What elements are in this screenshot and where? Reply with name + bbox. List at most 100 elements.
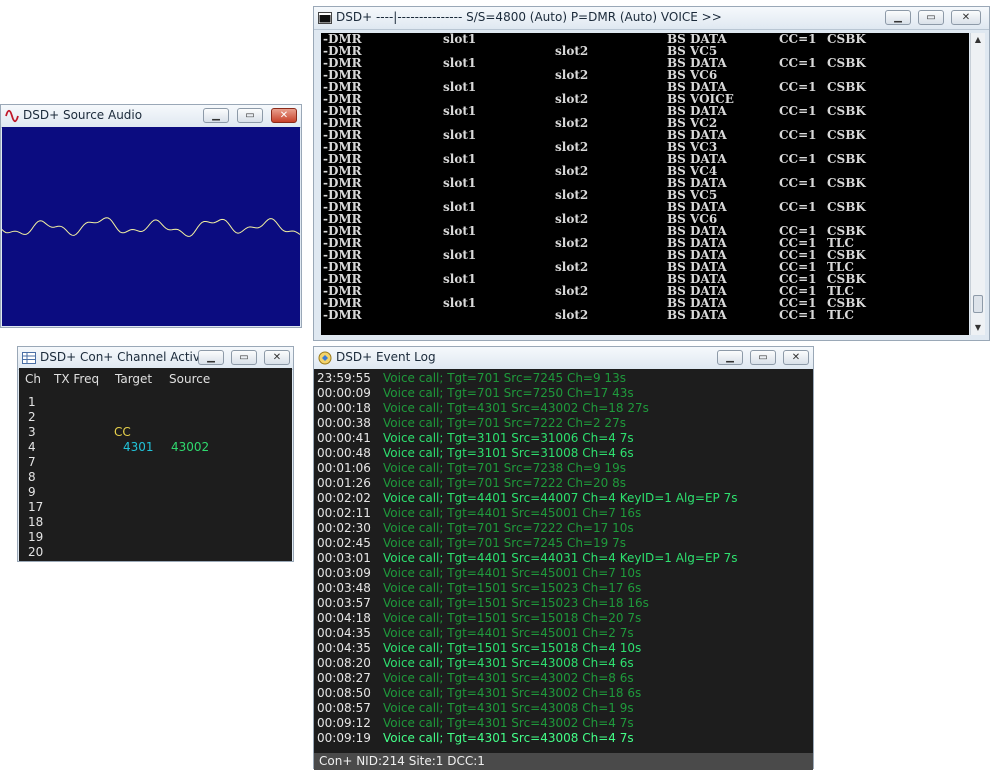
console-cell: CSBK [827,33,866,46]
event-log-row: 00:02:30 Voice call; Tgt=701 Src=7222 Ch=… [317,521,634,536]
event-time: 00:04:35 [317,641,371,655]
console-line: -DMR slot2 BS VC5 [321,189,969,201]
console-cell: CC=1 [779,308,817,322]
scroll-up-arrow-icon[interactable]: ▲ [971,33,985,47]
console-line: -DMR slot1 BS DATA CC=1 CSBK [321,81,969,93]
console-line: -DMR slot1 BS DATA CC=1 CSBK [321,225,969,237]
console-cell: CC=1 [779,33,817,46]
event-log-row: 00:01:26 Voice call; Tgt=701 Src=7222 Ch=… [317,476,626,491]
console-cell: BS DATA [667,308,727,322]
event-time: 00:00:41 [317,431,371,445]
channel-row: 1 [19,395,292,410]
console-cell: slot1 [443,176,477,190]
console-cell: slot2 [555,212,589,226]
event-text: Voice call; Tgt=4401 Src=44031 Ch=4 KeyI… [383,551,738,565]
console-line: -DMR slot2 BS VC3 [321,141,969,153]
scroll-down-arrow-icon[interactable]: ▼ [971,321,985,335]
close-button[interactable]: ✕ [951,10,981,25]
event-log-row: 00:02:02 Voice call; Tgt=4401 Src=44007 C… [317,491,737,506]
event-time: 00:09:19 [317,731,371,745]
channel-row: 9 [19,485,292,500]
event-text: Voice call; Tgt=701 Src=7245 Ch=19 7s [383,536,626,550]
maximize-button[interactable]: ▭ [750,350,776,365]
minimize-button[interactable]: ▁ [885,10,911,25]
channel-note: CC [114,425,131,439]
console-line: -DMR slot2 BS DATA CC=1 TLC [321,285,969,297]
source-audio-titlebar[interactable]: DSD+ Source Audio ▁ ▭ ✕ [1,105,301,128]
channel-number: 20 [28,545,44,559]
console-line: -DMR slot1 BS DATA CC=1 CSBK [321,177,969,189]
console-cell: CSBK [827,176,866,190]
console-line: -DMR slot1 BS DATA CC=1 CSBK [321,201,969,213]
channel-target: 4301 [123,440,154,454]
event-text: Voice call; Tgt=1501 Src=15018 Ch=20 7s [383,611,642,625]
console-cell: CSBK [827,128,866,142]
event-log-row: 00:08:20 Voice call; Tgt=4301 Src=43008 C… [317,656,634,671]
maximize-button[interactable]: ▭ [231,350,257,365]
event-time: 00:03:09 [317,566,371,580]
event-text: Voice call; Tgt=701 Src=7222 Ch=2 27s [383,416,626,430]
console-line: -DMR slot2 BS VC2 [321,117,969,129]
console-cell: CC=1 [779,152,817,166]
channel-row: 18 [19,515,292,530]
header-tx-freq: TX Freq [54,372,100,386]
console-line: -DMR slot2 BS DATA CC=1 TLC [321,261,969,273]
event-text: Voice call; Tgt=4301 Src=43002 Ch=8 6s [383,671,634,685]
event-log-row: 00:00:18 Voice call; Tgt=4301 Src=43002 C… [317,401,649,416]
event-text: Voice call; Tgt=4301 Src=43002 Ch=18 27s [383,401,649,415]
console-line: -DMR slot1 BS DATA CC=1 CSBK [321,105,969,117]
maximize-button[interactable]: ▭ [237,108,263,123]
event-text: Voice call; Tgt=1501 Src=15018 Ch=4 10s [383,641,642,655]
event-time: 00:00:18 [317,401,371,415]
console-line: -DMR slot2 BS VC5 [321,45,969,57]
console-cell: slot2 [555,236,589,250]
channel-activity-titlebar[interactable]: DSD+ Con+ Channel Activ... ▁ ▭ ✕ [18,347,293,370]
console-cell: slot1 [443,56,477,70]
event-log-window: DSD+ Event Log ▁ ▭ ✕ 23:59:55 Voice call;… [313,346,814,770]
event-time: 00:02:11 [317,506,371,520]
event-log-row: 00:04:35 Voice call; Tgt=4401 Src=45001 C… [317,626,634,641]
source-audio-window: DSD+ Source Audio ▁ ▭ ✕ [0,104,302,328]
event-log-row: 00:00:38 Voice call; Tgt=701 Src=7222 Ch=… [317,416,626,431]
close-button[interactable]: ✕ [271,108,297,123]
console-scrollbar[interactable]: ▲ ▼ [970,33,985,335]
event-text: Voice call; Tgt=4301 Src=43008 Ch=4 7s [383,731,634,745]
channel-number: 4 [28,440,36,454]
console-cell: slot2 [555,188,589,202]
console-line: -DMR slot1 BS DATA CC=1 CSBK [321,249,969,261]
source-audio-title: DSD+ Source Audio [23,108,143,122]
event-time: 00:04:35 [317,626,371,640]
channel-table: Ch TX Freq Target Source 1 2 3 CC 4 4301 43002… [19,368,292,561]
console-cell: CC=1 [779,56,817,70]
event-text: Voice call; Tgt=4301 Src=43008 Ch=1 9s [383,701,634,715]
event-time: 00:00:09 [317,386,371,400]
event-time: 00:09:12 [317,716,371,730]
channel-number: 8 [28,470,36,484]
event-text: Voice call; Tgt=4301 Src=43008 Ch=4 6s [383,656,634,670]
event-time: 00:04:18 [317,611,371,625]
minimize-button[interactable]: ▁ [203,108,229,123]
event-time: 00:03:01 [317,551,371,565]
console-cell: slot1 [443,296,477,310]
close-button[interactable]: ✕ [264,350,290,365]
minimize-button[interactable]: ▁ [198,350,224,365]
minimize-button[interactable]: ▁ [717,350,743,365]
console-titlebar[interactable]: DSD+ ----|--------------- S/S=4800 (Auto… [314,7,989,30]
event-log-titlebar[interactable]: DSD+ Event Log ▁ ▭ ✕ [314,347,813,370]
waveform-icon [5,109,19,123]
event-log-row: 00:04:35 Voice call; Tgt=1501 Src=15018 C… [317,641,641,656]
event-text: Voice call; Tgt=3101 Src=31008 Ch=4 6s [383,446,634,460]
console-cell: slot2 [555,68,589,82]
console-cell: slot1 [443,128,477,142]
event-text: Voice call; Tgt=3101 Src=31006 Ch=4 7s [383,431,634,445]
event-log-row: 00:02:11 Voice call; Tgt=4401 Src=45001 C… [317,506,641,521]
scroll-thumb[interactable] [973,295,983,313]
event-log-row: 00:03:01 Voice call; Tgt=4401 Src=44031 C… [317,551,737,566]
maximize-button[interactable]: ▭ [918,10,944,25]
close-button[interactable]: ✕ [783,350,809,365]
event-text: Voice call; Tgt=701 Src=7222 Ch=20 8s [383,476,626,490]
channel-row: 8 [19,470,292,485]
table-icon [22,352,36,364]
console-line: -DMR slot2 BS DATA CC=1 TLC [321,237,969,249]
console-cell: slot1 [443,200,477,214]
